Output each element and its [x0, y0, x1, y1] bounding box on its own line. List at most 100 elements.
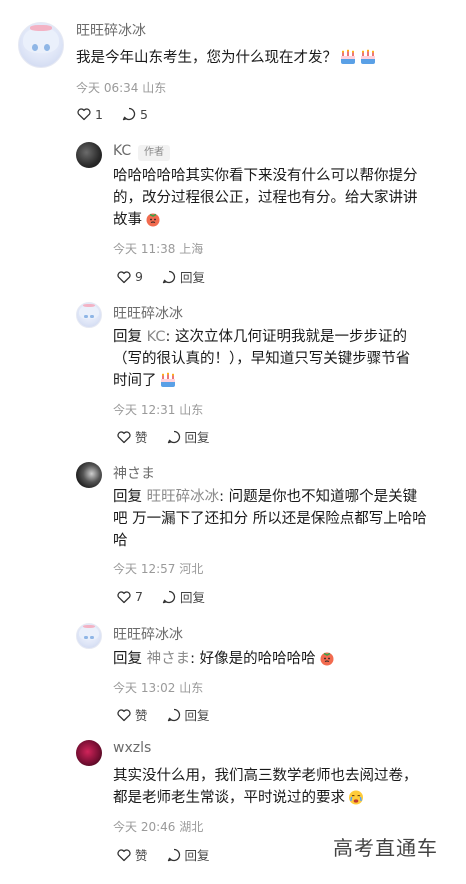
reply-time: 今天 11:38 [113, 242, 176, 256]
heart-icon [116, 429, 132, 445]
reply-button[interactable]: 回复 [161, 587, 205, 606]
reply-text-line: : 这次立体几何证明我就是一步步证的 [165, 329, 407, 345]
cake-emoji [159, 372, 177, 388]
reply-label: 回复 [179, 270, 205, 285]
reply-text: 其实没什么用，我们高三数学老师也去阅过卷， 都是老师老生常谈，平时说过的要求 [113, 765, 458, 809]
like-button[interactable]: 赞 [116, 845, 148, 864]
avatar[interactable] [76, 623, 102, 649]
reply-text: 回复 旺旺碎冰冰: 问题是你也不知道哪个是关键 吧 万一漏下了还扣分 所以还是保… [113, 486, 458, 552]
comment-actions: 1 5 [76, 106, 166, 122]
like-button[interactable]: 7 [116, 589, 143, 605]
comment-bubble-icon [166, 429, 182, 445]
reply-text-line: 故事 [113, 212, 142, 228]
reply-text-line: : 好像是的哈哈哈哈 [190, 651, 316, 667]
reply-text-line: 吧 万一漏下了还扣分 所以还是保险点都写上哈哈 [113, 511, 427, 527]
comment-bubble-icon [121, 106, 137, 122]
reply-text-line: 哈哈哈哈哈其实你看下来没有什么可以帮你提分 [113, 168, 418, 184]
reply-location: 湖北 [179, 820, 204, 834]
author-badge: 作者 [138, 145, 170, 161]
avatar[interactable] [76, 462, 102, 488]
reply-actions: 7 回复 [116, 587, 223, 606]
comment-bubble-icon [166, 847, 182, 863]
mention-link[interactable]: 神さま [147, 651, 191, 667]
avatar[interactable] [18, 22, 64, 68]
reply-text: 回复 神さま: 好像是的哈哈哈哈 [113, 648, 453, 670]
reply-text-line: 时间了 [113, 373, 157, 389]
reply-button[interactable]: 回复 [166, 427, 210, 446]
reply-text: 回复 KC: 这次立体几何证明我就是一步步证的 （写的很认真的！），早知道只写关… [113, 326, 453, 392]
watermark: 高考直通车 [333, 836, 438, 860]
reply-text-line: 的，改分过程很公正，过程也有分。给大家讲讲 [113, 190, 418, 206]
mention-link[interactable]: 旺旺碎冰冰 [147, 489, 220, 505]
heart-icon [76, 106, 92, 122]
reply-location: 上海 [179, 242, 204, 256]
comment-text: 我是今年山东考生，您为什么现在才发？ [76, 47, 377, 69]
reply-actions: 赞 回复 [116, 845, 228, 864]
reply-author[interactable]: 神さま [113, 463, 155, 483]
mention-link[interactable]: KC [147, 329, 166, 345]
like-label: 赞 [135, 708, 148, 723]
avatar[interactable] [76, 740, 102, 766]
reply-actions: 9 回复 [116, 267, 223, 286]
tomato-emoji [144, 211, 162, 227]
reply-meta: 今天 11:38 上海 [113, 240, 203, 257]
avatar[interactable] [76, 142, 102, 168]
reply-text-line: 都是老师老生常谈，平时说过的要求 [113, 790, 345, 806]
reply-button[interactable]: 回复 [161, 267, 205, 286]
comment-text-body: 我是今年山东考生，您为什么现在才发？ [76, 50, 337, 66]
reply-text-line: 哈 [113, 533, 128, 549]
reply-label: 回复 [179, 590, 205, 605]
reply-button[interactable]: 回复 [166, 705, 210, 724]
comment-time: 今天 06:34 [76, 81, 139, 95]
cake-emoji [359, 49, 377, 65]
reply-prefix: 回复 [113, 651, 147, 667]
reply-label: 回复 [184, 848, 210, 863]
reply-author[interactable]: 旺旺碎冰冰 [113, 624, 183, 644]
heart-icon [116, 269, 132, 285]
heart-icon [116, 589, 132, 605]
like-button[interactable]: 赞 [116, 427, 148, 446]
reply-location: 山东 [179, 403, 204, 417]
reply-meta: 今天 20:46 湖北 [113, 818, 203, 835]
reply-time: 今天 12:31 [113, 403, 176, 417]
reply-location: 河北 [179, 562, 204, 576]
avatar[interactable] [76, 302, 102, 328]
reply-meta: 今天 13:02 山东 [113, 679, 203, 696]
reply-meta: 今天 12:57 河北 [113, 560, 203, 577]
reply-label: 回复 [184, 430, 210, 445]
reply-count: 5 [139, 106, 148, 122]
reply-author[interactable]: wxzls [113, 740, 151, 756]
crying-emoji [347, 789, 365, 805]
comment-bubble-icon [166, 707, 182, 723]
comment-author[interactable]: 旺旺碎冰冰 [76, 20, 146, 40]
reply-prefix: 回复 [113, 489, 147, 505]
like-count: 1 [95, 106, 103, 122]
heart-icon [116, 847, 132, 863]
like-button[interactable]: 1 [76, 106, 103, 122]
comment-bubble-icon [161, 589, 177, 605]
heart-icon [116, 707, 132, 723]
reply-text-line: （写的很认真的！），早知道只写关键步骤节省 [113, 351, 411, 367]
reply-time: 今天 20:46 [113, 820, 176, 834]
reply-author[interactable]: KC [113, 143, 131, 159]
like-label: 赞 [135, 430, 148, 445]
reply-actions: 赞 回复 [116, 705, 228, 724]
reply-author[interactable]: 旺旺碎冰冰 [113, 303, 183, 323]
comment-location: 山东 [142, 81, 167, 95]
reply-text-line: : 问题是你也不知道哪个是关键 [219, 489, 418, 505]
reply-button[interactable]: 5 [121, 106, 148, 122]
like-label: 赞 [135, 848, 148, 863]
reply-text-line: 其实没什么用，我们高三数学老师也去阅过卷， [113, 768, 418, 784]
reply-time: 今天 12:57 [113, 562, 176, 576]
reply-meta: 今天 12:31 山东 [113, 401, 203, 418]
reply-text: 哈哈哈哈哈其实你看下来没有什么可以帮你提分 的，改分过程很公正，过程也有分。给大… [113, 165, 453, 231]
like-count: 9 [135, 269, 143, 284]
reply-button[interactable]: 回复 [166, 845, 210, 864]
tomato-emoji [318, 650, 336, 666]
like-button[interactable]: 赞 [116, 705, 148, 724]
reply-prefix: 回复 [113, 329, 147, 345]
cake-emoji [339, 49, 357, 65]
like-button[interactable]: 9 [116, 269, 143, 285]
reply-location: 山东 [179, 681, 204, 695]
like-count: 7 [135, 589, 143, 604]
